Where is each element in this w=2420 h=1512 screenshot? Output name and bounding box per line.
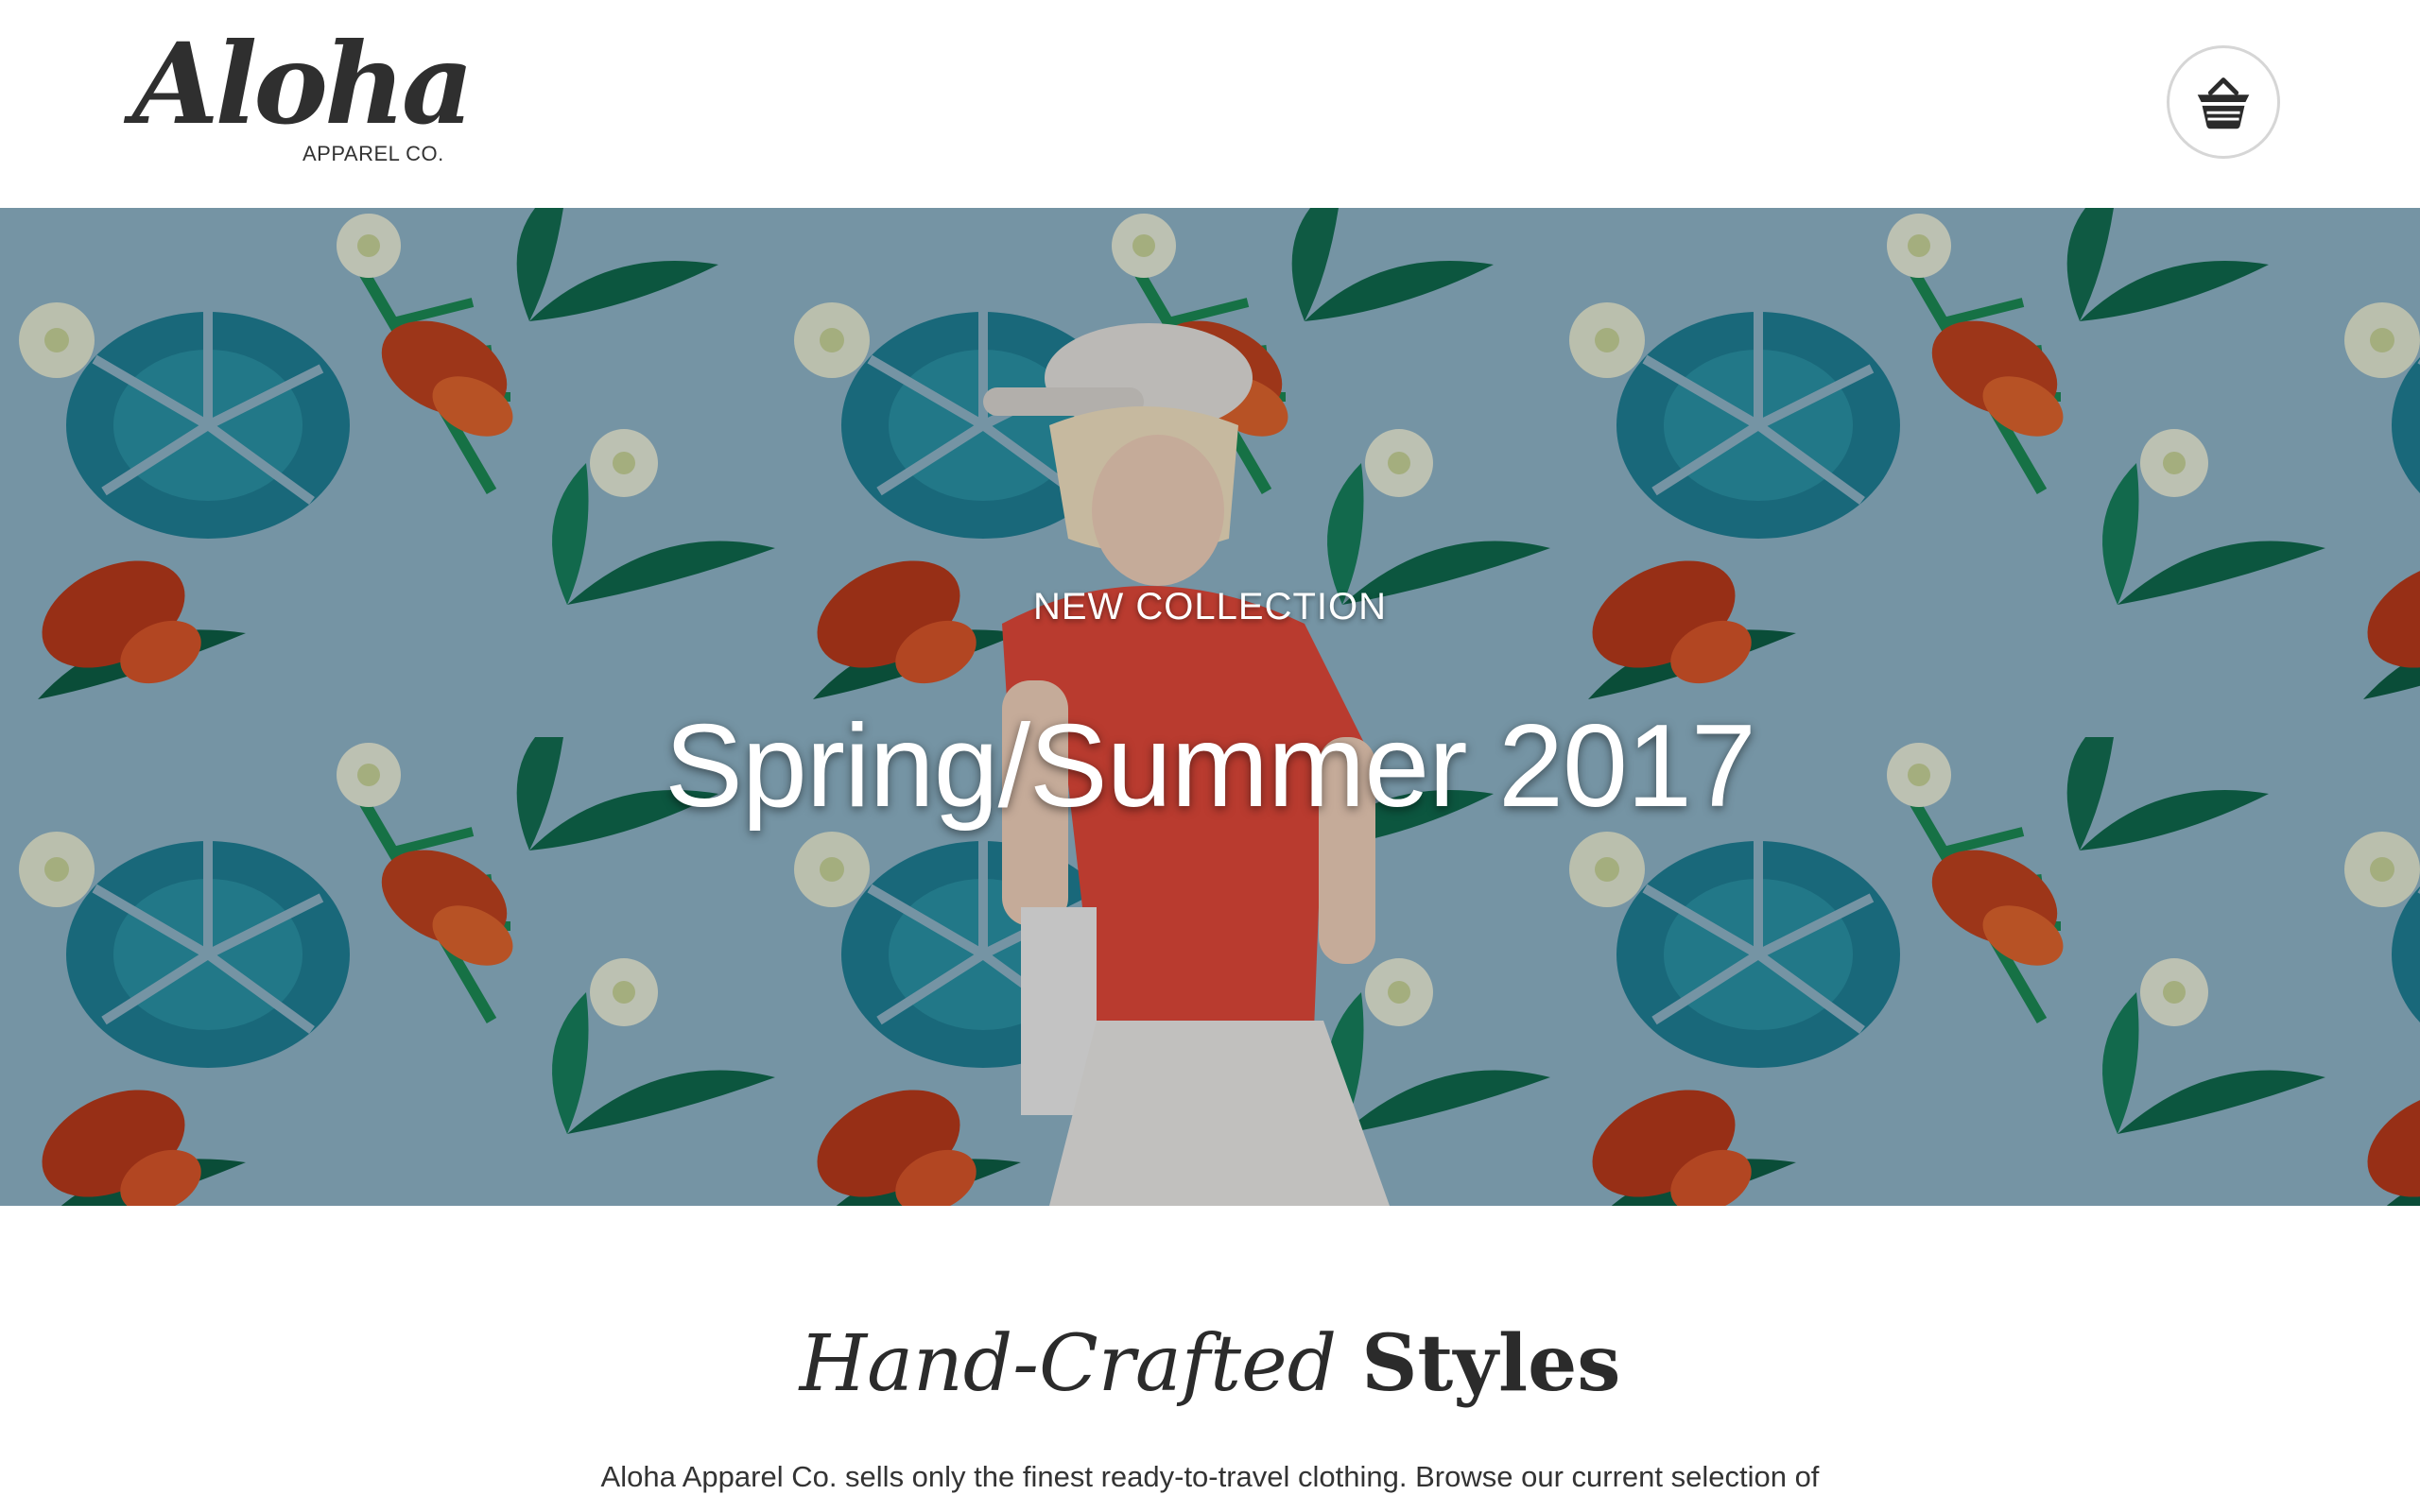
intro-heading-italic: Hand-Crafted: [799, 1319, 1338, 1409]
logo-subtitle: APPAREL CO.: [302, 142, 444, 165]
logo-wordmark: Aloha: [132, 18, 474, 149]
hero-title: Spring/Summer 2017: [665, 701, 1756, 832]
intro-text: Aloha Apparel Co. sells only the finest …: [600, 1460, 1820, 1493]
hero-banner[interactable]: NEW COLLECTION Spring/Summer 2017: [0, 208, 2420, 1206]
hero-eyebrow: NEW COLLECTION: [1032, 586, 1388, 627]
cart-button[interactable]: [2167, 45, 2280, 159]
site-header: Aloha APPAREL CO.: [0, 0, 2420, 208]
logo[interactable]: Aloha APPAREL CO.: [132, 28, 474, 170]
intro-heading-bold: Styles: [1361, 1318, 1621, 1409]
shopping-basket-icon: [2197, 77, 2250, 129]
intro-heading: Hand-Crafted Styles: [0, 1318, 2420, 1409]
